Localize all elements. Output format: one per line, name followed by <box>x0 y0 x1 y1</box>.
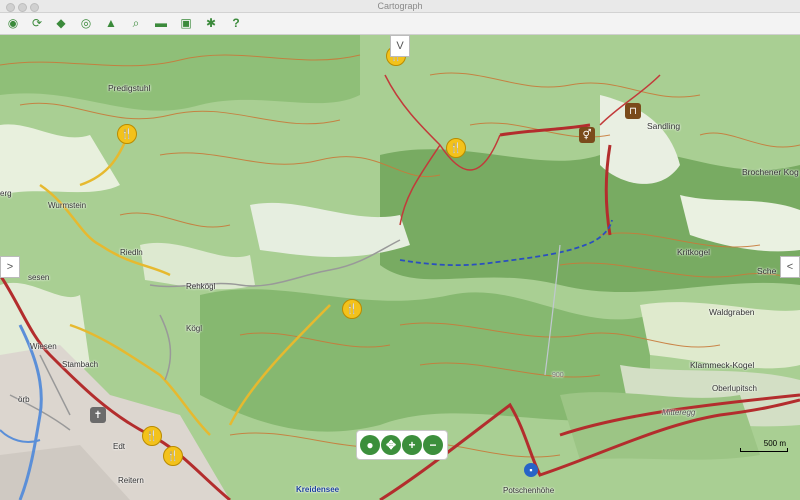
search-icon[interactable]: ⌕ <box>128 15 144 31</box>
label-kritkogel: Kritkogel <box>677 247 711 257</box>
toolbar: ◉ ⟳ ◆ ◎ ▲ ⌕ ▬ ▣ ✱ ? <box>0 13 800 35</box>
label-riedln: Riedln <box>120 248 143 257</box>
expand-right-button[interactable]: < <box>780 256 800 278</box>
cube-icon[interactable]: ◆ <box>53 15 69 31</box>
label-brochener-kogel: Brochener Kog <box>742 167 799 177</box>
restaurant-icon[interactable]: 🍴 <box>446 138 466 158</box>
label-elevation: 900 <box>552 372 564 379</box>
bus-stop-icon[interactable]: ▪ <box>524 463 538 477</box>
expand-left-button[interactable]: > <box>0 256 20 278</box>
label-kogl: Kögl <box>186 324 203 333</box>
picnic-icon[interactable]: ⊓ <box>625 103 641 119</box>
restaurant-icon[interactable]: 🍴 <box>342 299 362 319</box>
label-sandling: Sandling <box>647 121 681 131</box>
label-kreidensee: Kreidensee <box>296 485 340 494</box>
toilet-icon[interactable]: ⚥ <box>579 127 595 143</box>
help-icon[interactable]: ? <box>228 15 244 31</box>
expand-top-button[interactable]: V <box>390 35 410 57</box>
label-rehkogl: Rehkögl <box>186 282 216 291</box>
restaurant-icon[interactable]: 🍴 <box>163 446 183 466</box>
restaurant-icon[interactable]: 🍴 <box>142 426 162 446</box>
globe-icon[interactable]: ◉ <box>5 15 21 31</box>
label-reitern: Reitern <box>118 476 144 485</box>
label-stambach: Stambach <box>62 360 99 369</box>
map-view[interactable]: Predigstuhl Sandling Brochener Kog Kritk… <box>0 35 800 500</box>
label-oberlupitsch: Oberlupitsch <box>712 384 757 393</box>
church-icon[interactable]: ✝ <box>90 407 106 423</box>
center-button[interactable]: ✥ <box>381 435 401 455</box>
label-mitteregg: Mitteregg <box>662 408 696 417</box>
label-potschenhoehe: Potschenhöhe <box>503 486 555 495</box>
label-waldgraben: Waldgraben <box>709 307 755 317</box>
eye-icon[interactable]: ◎ <box>78 15 94 31</box>
title-bar: Cartograph <box>0 0 800 13</box>
zoom-out-button[interactable]: − <box>423 435 443 455</box>
label-erg: erg <box>0 189 12 198</box>
label-wurmstein: Wurmstein <box>48 201 87 210</box>
map-controls: ● ✥ + − <box>356 430 448 460</box>
label-orb: örb <box>18 395 30 404</box>
car-icon[interactable]: ▬ <box>153 15 169 31</box>
restaurant-icon[interactable]: 🍴 <box>117 124 137 144</box>
scale-line <box>740 448 788 452</box>
locate-button[interactable]: ● <box>360 435 380 455</box>
scale-bar: 500 m <box>740 439 788 452</box>
label-edt: Edt <box>113 442 126 451</box>
zoom-in-button[interactable]: + <box>402 435 422 455</box>
label-predigstuhl: Predigstuhl <box>108 83 151 93</box>
settings-icon[interactable]: ✱ <box>203 15 219 31</box>
label-sche: Sche <box>757 266 777 276</box>
image-icon[interactable]: ▣ <box>178 15 194 31</box>
scale-label: 500 m <box>763 439 786 448</box>
road-icon[interactable]: ▲ <box>103 15 119 31</box>
label-sesen: sesen <box>28 273 50 282</box>
label-klammeck-kogel: Klammeck-Kogel <box>690 360 755 370</box>
window-title: Cartograph <box>377 1 423 11</box>
refresh-icon[interactable]: ⟳ <box>29 15 45 31</box>
label-wiesen: Wiesen <box>30 342 57 351</box>
